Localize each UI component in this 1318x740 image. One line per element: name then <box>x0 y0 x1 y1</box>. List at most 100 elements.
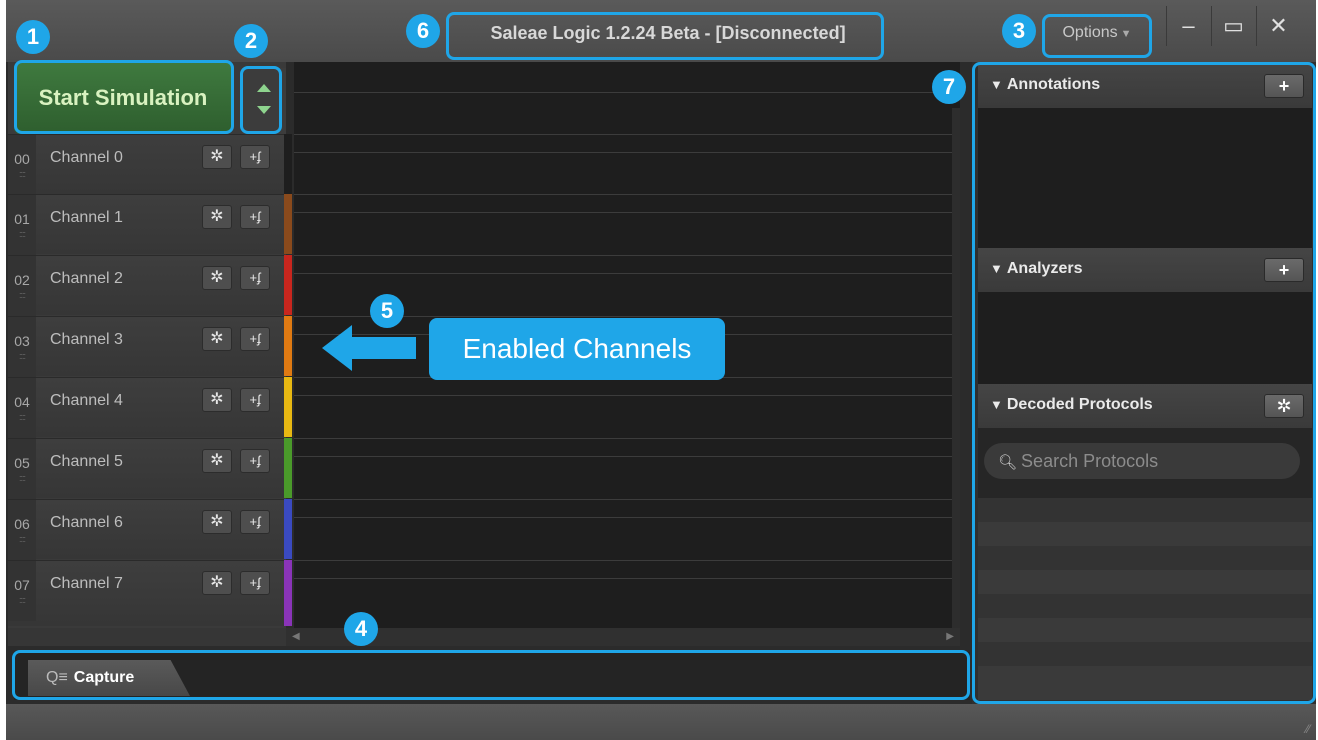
gear-icon[interactable]: ✲ <box>202 510 232 534</box>
callout-badge-6: 6 <box>406 14 440 48</box>
channel-number-text: 02 <box>14 272 30 288</box>
waveform-divider <box>294 273 952 274</box>
drag-handle-icon[interactable]: :::: <box>8 351 36 361</box>
channel-row[interactable]: 00:::: Channel 0 ✲ +ʄ <box>8 134 286 195</box>
channel-name[interactable]: Channel 7 <box>50 575 123 593</box>
channel-number-text: 04 <box>14 394 30 410</box>
channel-row[interactable]: 02:::: Channel 2 ✲ +ʄ <box>8 255 286 316</box>
gear-icon[interactable]: ✲ <box>202 327 232 351</box>
channel-panel-footer <box>8 628 286 646</box>
channel-name[interactable]: Channel 5 <box>50 453 123 471</box>
trigger-icon[interactable]: +ʄ <box>240 266 270 290</box>
channel-name[interactable]: Channel 2 <box>50 270 123 288</box>
drag-handle-icon[interactable]: :::: <box>8 169 36 179</box>
waveform-divider <box>294 578 952 579</box>
channel-number: 07:::: <box>8 561 36 621</box>
channel-number: 01:::: <box>8 195 36 255</box>
channel-row[interactable]: 06:::: Channel 6 ✲ +ʄ <box>8 499 286 560</box>
channel-name[interactable]: Channel 4 <box>50 392 123 410</box>
channel-row[interactable]: 03:::: Channel 3 ✲ +ʄ <box>8 316 286 377</box>
horizontal-scrollbar[interactable]: ◀ ▶ <box>286 628 960 646</box>
channel-color-strip <box>284 377 292 437</box>
channel-color-strip <box>284 316 292 376</box>
gear-icon[interactable]: ✲ <box>202 266 232 290</box>
channel-number: 00:::: <box>8 135 36 195</box>
channel-color-strip <box>284 134 292 194</box>
callout-badge-5: 5 <box>370 294 404 328</box>
drag-handle-icon[interactable]: :::: <box>8 412 36 422</box>
drag-handle-icon[interactable]: :::: <box>8 595 36 605</box>
scroll-right-icon[interactable]: ▶ <box>946 631 954 642</box>
highlight-title <box>446 12 884 60</box>
waveform-divider <box>294 517 952 518</box>
highlight-stepper <box>240 66 282 134</box>
channel-number-text: 03 <box>14 333 30 349</box>
minimize-button[interactable]: – <box>1166 6 1210 46</box>
channel-name[interactable]: Channel 3 <box>50 331 123 349</box>
gear-icon[interactable]: ✲ <box>202 388 232 412</box>
channel-row[interactable]: 04:::: Channel 4 ✲ +ʄ <box>8 377 286 438</box>
waveform-divider <box>294 499 952 500</box>
channel-row[interactable]: 01:::: Channel 1 ✲ +ʄ <box>8 194 286 255</box>
gear-icon[interactable]: ✲ <box>202 145 232 169</box>
waveform-divider <box>294 456 952 457</box>
arrow-left-icon <box>322 325 352 371</box>
maximize-button[interactable]: ▭ <box>1211 6 1255 46</box>
channel-number: 06:::: <box>8 500 36 560</box>
app-window: Saleae Logic 1.2.24 Beta - [Disconnected… <box>6 0 1316 740</box>
close-button[interactable]: ✕ <box>1256 6 1300 46</box>
callout-badge-7: 7 <box>932 70 966 104</box>
channel-number-text: 06 <box>14 516 30 532</box>
resize-grip-icon[interactable]: ⁄⁄ <box>1306 722 1310 736</box>
callout-badge-3: 3 <box>1002 14 1036 48</box>
trigger-icon[interactable]: +ʄ <box>240 327 270 351</box>
vertical-scrollbar[interactable] <box>952 108 960 628</box>
highlight-side-panel <box>972 62 1316 704</box>
highlight-capture-tabs <box>12 650 970 700</box>
callout-badge-2: 2 <box>234 24 268 58</box>
waveform-divider <box>294 560 952 561</box>
waveform-divider <box>294 134 952 135</box>
waveform-divider <box>294 212 952 213</box>
channel-number-text: 05 <box>14 455 30 471</box>
highlight-start-simulation <box>14 60 234 134</box>
arrow-shaft <box>350 337 416 359</box>
waveform-divider <box>294 152 952 153</box>
trigger-icon[interactable]: +ʄ <box>240 571 270 595</box>
trigger-icon[interactable]: +ʄ <box>240 388 270 412</box>
gear-icon[interactable]: ✲ <box>202 571 232 595</box>
channel-number: 05:::: <box>8 439 36 499</box>
drag-handle-icon[interactable]: :::: <box>8 229 36 239</box>
channel-number: 02:::: <box>8 256 36 316</box>
status-bar: ⁄⁄ <box>6 704 1316 740</box>
channel-name[interactable]: Channel 1 <box>50 209 123 227</box>
channel-name[interactable]: Channel 0 <box>50 149 123 167</box>
waveform-divider <box>294 438 952 439</box>
channel-color-strip <box>284 194 292 254</box>
trigger-icon[interactable]: +ʄ <box>240 205 270 229</box>
channel-number: 04:::: <box>8 378 36 438</box>
waveform-divider <box>294 395 952 396</box>
drag-handle-icon[interactable]: :::: <box>8 534 36 544</box>
waveform-divider <box>294 255 952 256</box>
channel-number-text: 07 <box>14 577 30 593</box>
trigger-icon[interactable]: +ʄ <box>240 449 270 473</box>
scroll-left-icon[interactable]: ◀ <box>292 631 300 642</box>
trigger-icon[interactable]: +ʄ <box>240 145 270 169</box>
channel-color-strip <box>284 560 292 626</box>
drag-handle-icon[interactable]: :::: <box>8 473 36 483</box>
channel-row[interactable]: 07:::: Channel 7 ✲ +ʄ <box>8 560 286 626</box>
channel-number-text: 00 <box>14 151 30 167</box>
channel-name[interactable]: Channel 6 <box>50 514 123 532</box>
channel-number: 03:::: <box>8 317 36 377</box>
trigger-icon[interactable]: +ʄ <box>240 510 270 534</box>
highlight-options <box>1042 14 1152 58</box>
channel-row[interactable]: 05:::: Channel 5 ✲ +ʄ <box>8 438 286 499</box>
gear-icon[interactable]: ✲ <box>202 205 232 229</box>
channel-color-strip <box>284 499 292 559</box>
enabled-channels-label: Enabled Channels <box>429 318 725 380</box>
callout-badge-4: 4 <box>344 612 378 646</box>
drag-handle-icon[interactable]: :::: <box>8 290 36 300</box>
gear-icon[interactable]: ✲ <box>202 449 232 473</box>
channel-color-strip <box>284 438 292 498</box>
